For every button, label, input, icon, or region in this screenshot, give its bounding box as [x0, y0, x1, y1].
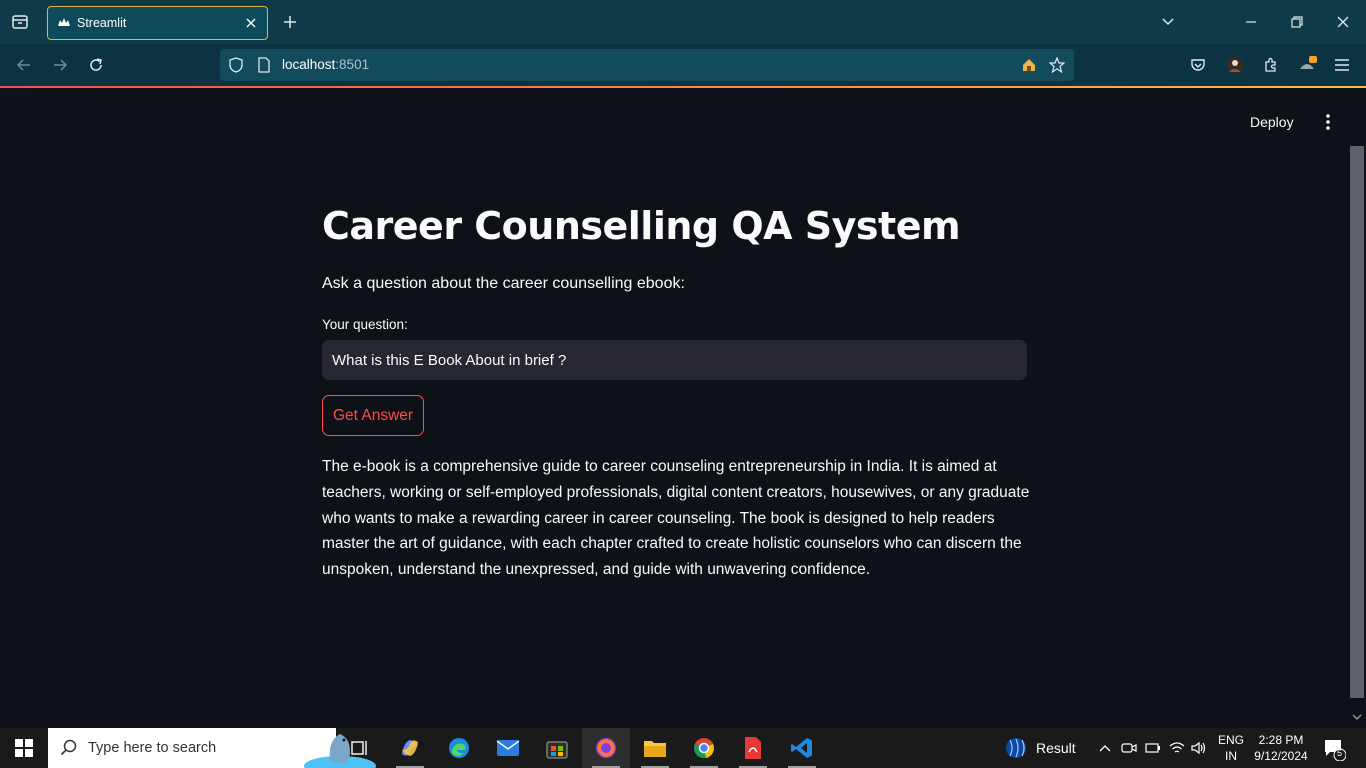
streamlit-app: Deploy Career Counselling QA System Ask …	[0, 88, 1366, 728]
minimize-icon[interactable]	[1241, 12, 1261, 32]
file-explorer-icon[interactable]	[631, 728, 679, 768]
close-window-icon[interactable]	[1333, 12, 1353, 32]
profile-avatar[interactable]	[1224, 54, 1246, 76]
wifi-icon[interactable]	[1168, 739, 1186, 757]
mail-icon[interactable]	[484, 728, 532, 768]
language-code: ENG	[1218, 733, 1245, 747]
browser-tab-bar: Streamlit	[0, 0, 1366, 44]
task-view-icon[interactable]	[336, 728, 384, 768]
clock-time: 2:28 PM	[1258, 733, 1304, 747]
close-tab-icon[interactable]	[243, 15, 259, 31]
firefox-icon[interactable]	[582, 728, 630, 768]
answer-text: The e-book is a comprehensive guide to c…	[322, 458, 1030, 579]
windows-taskbar: Type here to search Result ENG IN 2:28 P…	[0, 728, 1366, 768]
scroll-down-icon[interactable]	[1351, 712, 1363, 722]
get-answer-button[interactable]: Get Answer	[322, 395, 424, 436]
shield-icon[interactable]	[227, 56, 245, 74]
battery-icon[interactable]	[1144, 739, 1162, 757]
url-text: localhost:8501	[282, 57, 370, 72]
news-widget[interactable]: Result	[1004, 728, 1084, 768]
forward-icon[interactable]	[49, 54, 71, 76]
clock-date: 9/12/2024	[1254, 749, 1308, 763]
back-icon[interactable]	[13, 54, 35, 76]
page-title: Career Counselling QA System	[322, 204, 961, 248]
region-code: IN	[1225, 749, 1237, 763]
deploy-button[interactable]: Deploy	[1250, 114, 1294, 130]
taskbar-search-box[interactable]: Type here to search	[48, 728, 376, 768]
show-hidden-icons-icon[interactable]	[1096, 739, 1114, 757]
scrollbar-thumb[interactable]	[1350, 146, 1364, 698]
language-indicator[interactable]: ENG IN	[1218, 732, 1244, 764]
question-label: Your question:	[322, 317, 408, 332]
menu-icon[interactable]	[1331, 54, 1353, 76]
volume-icon[interactable]	[1190, 739, 1208, 757]
tab-list-icon[interactable]	[8, 10, 32, 34]
url-bar[interactable]: localhost:8501	[220, 49, 1074, 81]
camera-icon[interactable]	[1120, 739, 1138, 757]
notification-count: 5	[1337, 748, 1343, 758]
main-menu-icon[interactable]	[1320, 112, 1336, 132]
subtitle: Ask a question about the career counsell…	[322, 275, 685, 292]
search-placeholder: Type here to search	[88, 740, 217, 756]
page-icon[interactable]	[255, 56, 273, 74]
tab-title: Streamlit	[77, 16, 127, 30]
streamlit-favicon-icon	[58, 18, 70, 26]
list-all-tabs-icon[interactable]	[1158, 12, 1178, 32]
microsoft-store-icon[interactable]	[533, 728, 581, 768]
taskbar-clock[interactable]: 2:28 PM 9/12/2024	[1254, 732, 1308, 764]
reload-icon[interactable]	[85, 54, 107, 76]
search-icon	[60, 739, 77, 756]
vscode-icon[interactable]	[778, 728, 826, 768]
notification-center-icon[interactable]: 5	[1322, 737, 1347, 762]
windows-start-icon[interactable]	[0, 728, 48, 768]
pocket-icon[interactable]	[1187, 54, 1209, 76]
news-widget-label: Result	[1036, 740, 1076, 756]
chrome-icon[interactable]	[680, 728, 728, 768]
extensions-icon[interactable]	[1260, 54, 1282, 76]
browser-tab-streamlit[interactable]: Streamlit	[47, 6, 268, 40]
home-icon[interactable]	[1020, 56, 1038, 74]
bookmark-star-icon[interactable]	[1048, 56, 1066, 74]
pdf-reader-icon[interactable]	[729, 728, 777, 768]
restore-icon[interactable]	[1287, 12, 1307, 32]
extension-badge-icon[interactable]	[1296, 54, 1318, 76]
edge-icon[interactable]	[435, 728, 483, 768]
question-input[interactable]	[322, 340, 1027, 380]
new-tab-icon[interactable]	[280, 12, 300, 32]
cricket-ball-icon	[1006, 738, 1026, 758]
copilot-icon[interactable]	[386, 728, 434, 768]
